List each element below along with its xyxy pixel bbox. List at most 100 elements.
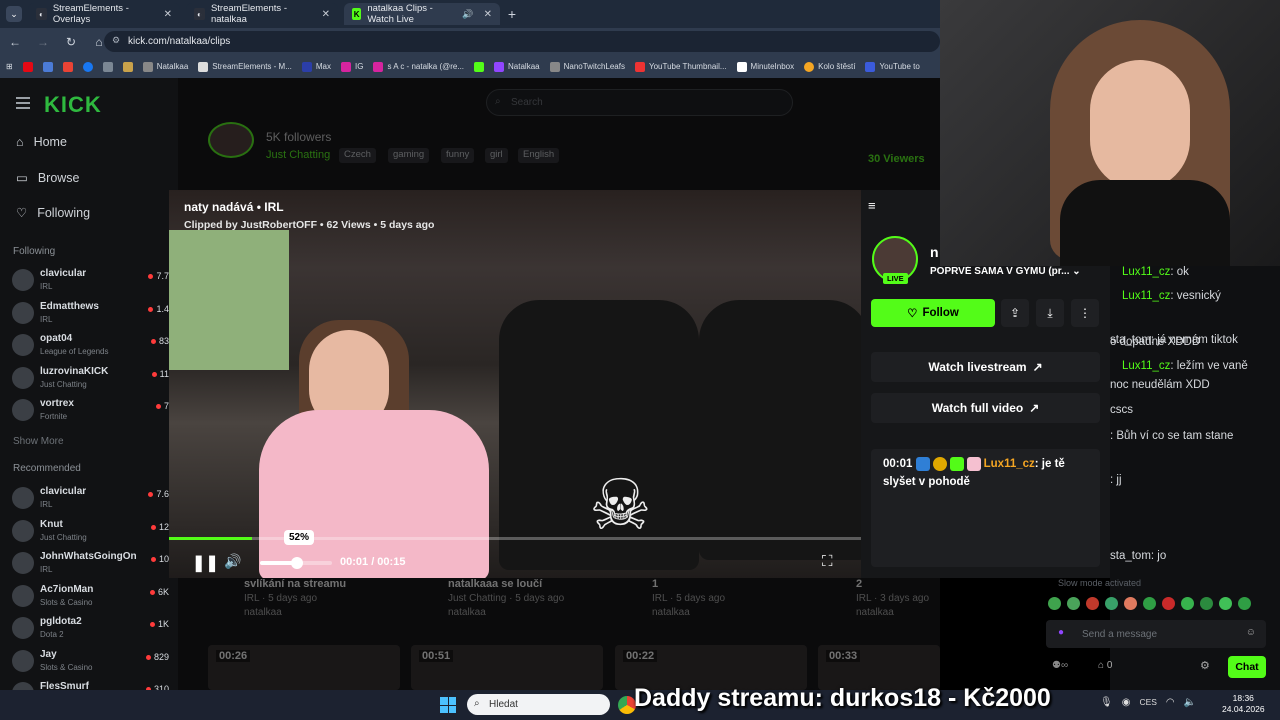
clip-card[interactable]: 2 IRL · 3 days ago natalkaa xyxy=(856,578,929,618)
emote-icon[interactable] xyxy=(1200,597,1213,610)
taskbar-clock[interactable]: 18:36 24.04.2026 xyxy=(1222,693,1265,715)
clip-card[interactable]: natalkaaa se loučí Just Chatting · 5 days… xyxy=(448,578,564,618)
watch-livestream-button[interactable]: Watch livestream ↗ xyxy=(871,352,1100,382)
bookmark-kick[interactable] xyxy=(474,61,485,72)
bookmark-streamelements[interactable]: StreamElements - M... xyxy=(198,61,292,72)
sidebar-channel[interactable]: pgldota2 Dota 2 1K xyxy=(12,614,177,644)
tab-natalkaa-clips[interactable]: K natalkaa Clips - Watch Live 🔊 ✕ xyxy=(344,3,500,25)
bookmark-icon[interactable] xyxy=(122,61,133,72)
volume-icon[interactable]: 🔈 xyxy=(1184,697,1196,708)
points-display[interactable]: ⌂ 0 xyxy=(1098,660,1112,671)
windows-start-icon[interactable] xyxy=(440,697,456,713)
menu-icon[interactable] xyxy=(16,97,30,99)
sidebar-channel[interactable]: Jay Slots & Casino 829 xyxy=(12,647,177,677)
tag-czech[interactable]: Czech xyxy=(339,148,376,163)
sidebar-channel[interactable]: JohnWhatsGoingOn IRL 10 xyxy=(12,549,177,579)
new-tab-button[interactable]: + xyxy=(504,6,520,22)
more-options-icon[interactable]: ⋮ xyxy=(1071,299,1099,327)
chat-input[interactable]: ● Send a message ☺ xyxy=(1046,620,1266,648)
bookmark-natalkaa-2[interactable]: Natalkaa xyxy=(494,61,540,72)
settings-icon[interactable]: ⚙ xyxy=(1200,659,1210,672)
bookmark-minuteinbox[interactable]: MinuteInbox xyxy=(736,61,794,72)
streamer-name[interactable]: n xyxy=(930,244,939,260)
volume-icon[interactable]: 🔊 xyxy=(224,553,241,570)
collapse-panel-icon[interactable]: ≡ xyxy=(868,198,876,213)
close-tab-icon[interactable]: ✕ xyxy=(484,9,492,20)
bookmark-natalkaa[interactable]: Natalkaa xyxy=(142,61,188,72)
tag-funny[interactable]: funny xyxy=(441,148,475,163)
sidebar-channel[interactable]: clavicular IRL 7.7 xyxy=(12,266,177,296)
bookmark-ig[interactable]: IG xyxy=(340,61,363,72)
emote-icon[interactable] xyxy=(1162,597,1175,610)
search-input[interactable]: ⌕ Search xyxy=(486,89,793,116)
sidebar-channel[interactable]: clavicular IRL 7.6 xyxy=(12,484,177,514)
taskbar-search[interactable]: ⌕ Hledat xyxy=(467,694,610,715)
site-info-icon[interactable]: ⚙ xyxy=(112,35,120,46)
apps-icon[interactable]: ⊞ xyxy=(6,62,13,71)
pause-icon[interactable]: ❚❚ xyxy=(192,553,219,573)
emote-icon[interactable] xyxy=(1181,597,1194,610)
download-icon[interactable]: ⤓ xyxy=(1036,299,1064,327)
gmail-icon[interactable] xyxy=(62,61,73,72)
nav-browse[interactable]: ▭ Browse xyxy=(16,170,80,186)
bookmark-icon[interactable] xyxy=(42,61,53,72)
sidebar-channel[interactable]: Ac7ionMan Slots & Casino 6K xyxy=(12,582,177,612)
url-field[interactable]: ⚙ kick.com/natalkaa/clips xyxy=(104,31,940,52)
tab-streamelements[interactable]: ◐ StreamElements - natalkaa ✕ xyxy=(186,3,338,25)
facebook-icon[interactable] xyxy=(82,61,93,72)
back-icon[interactable]: ← xyxy=(8,35,22,49)
sidebar-channel[interactable]: luzrovinaKICK Just Chatting 11 xyxy=(12,364,177,394)
fullscreen-icon[interactable]: ⛶ xyxy=(822,553,833,570)
emote-icon[interactable] xyxy=(1105,597,1118,610)
tag-girl[interactable]: girl xyxy=(485,148,508,163)
emote-icon[interactable] xyxy=(1048,597,1061,610)
bookmark-youtube-to[interactable]: YouTube to xyxy=(865,61,920,72)
sidebar-channel[interactable]: opat04 League of Legends 83 xyxy=(12,331,177,361)
share-icon[interactable]: ⇪ xyxy=(1001,299,1029,327)
infinity-icon[interactable]: ⚉∞ xyxy=(1052,660,1068,671)
progress-track[interactable] xyxy=(169,537,861,540)
bookmark-max[interactable]: Max xyxy=(301,61,331,72)
tag-english[interactable]: English xyxy=(518,148,560,163)
channel-avatar[interactable] xyxy=(208,122,254,158)
bookmark-kolo-stesti[interactable]: Kolo štěstí xyxy=(804,61,855,72)
watch-full-video-button[interactable]: Watch full video ↗ xyxy=(871,393,1100,423)
clip-video[interactable]: ☠ xyxy=(169,190,861,578)
clip-thumbnail[interactable]: 00:51 xyxy=(411,645,603,690)
bookmark-icon[interactable] xyxy=(102,61,113,72)
follow-button[interactable]: ♡ Follow xyxy=(871,299,995,327)
tag-gaming[interactable]: gaming xyxy=(388,148,430,163)
category-link[interactable]: Just Chatting xyxy=(266,149,330,161)
reload-icon[interactable]: ↻ xyxy=(64,35,78,49)
kick-logo[interactable]: KICK xyxy=(44,92,102,118)
emote-icon[interactable] xyxy=(1238,597,1251,610)
mic-icon[interactable]: 🎙 xyxy=(1100,697,1113,708)
tab-list-button[interactable]: ⌄ xyxy=(6,6,22,22)
sidebar-channel[interactable]: Knut Just Chatting 12 xyxy=(12,517,177,547)
emote-icon[interactable] xyxy=(1219,597,1232,610)
close-tab-icon[interactable]: ✕ xyxy=(322,9,330,20)
bookmark-sac[interactable]: s A c - natalka (@re... xyxy=(373,61,464,72)
wifi-icon[interactable]: ◠ xyxy=(1166,697,1175,708)
clip-card[interactable]: 1 IRL · 5 days ago natalkaa xyxy=(652,578,725,618)
chevron-down-icon[interactable]: ⌄ xyxy=(1072,266,1080,277)
emoji-icon[interactable]: ☺ xyxy=(1246,627,1256,638)
close-tab-icon[interactable]: ✕ xyxy=(164,9,172,20)
clip-card[interactable]: svlíkání na streamu IRL · 5 days ago natal… xyxy=(244,578,346,618)
tab-overlays[interactable]: ◐ StreamElements - Overlays ✕ xyxy=(28,3,180,25)
emote-icon[interactable] xyxy=(1086,597,1099,610)
language-indicator[interactable]: CES xyxy=(1139,697,1156,708)
bookmark-nanotwitchleafs[interactable]: NanoTwitchLeafs xyxy=(549,61,625,72)
audio-icon[interactable]: 🔊 xyxy=(462,9,473,20)
nav-following[interactable]: ♡ Following xyxy=(16,205,90,221)
emote-icon[interactable] xyxy=(1124,597,1137,610)
emote-icon[interactable] xyxy=(1143,597,1156,610)
clip-thumbnail[interactable]: 00:26 xyxy=(208,645,400,690)
show-more-link[interactable]: Show More xyxy=(13,436,64,447)
sidebar-channel[interactable]: Edmatthews IRL 1.4 xyxy=(12,299,177,329)
forward-icon[interactable]: → xyxy=(36,35,50,49)
netflix-icon[interactable] xyxy=(22,61,33,72)
nav-home[interactable]: ⌂ Home xyxy=(16,135,67,149)
chat-send-button[interactable]: Chat xyxy=(1228,656,1266,678)
bookmark-youtube-thumbnail[interactable]: YouTube Thumbnail... xyxy=(634,61,727,72)
